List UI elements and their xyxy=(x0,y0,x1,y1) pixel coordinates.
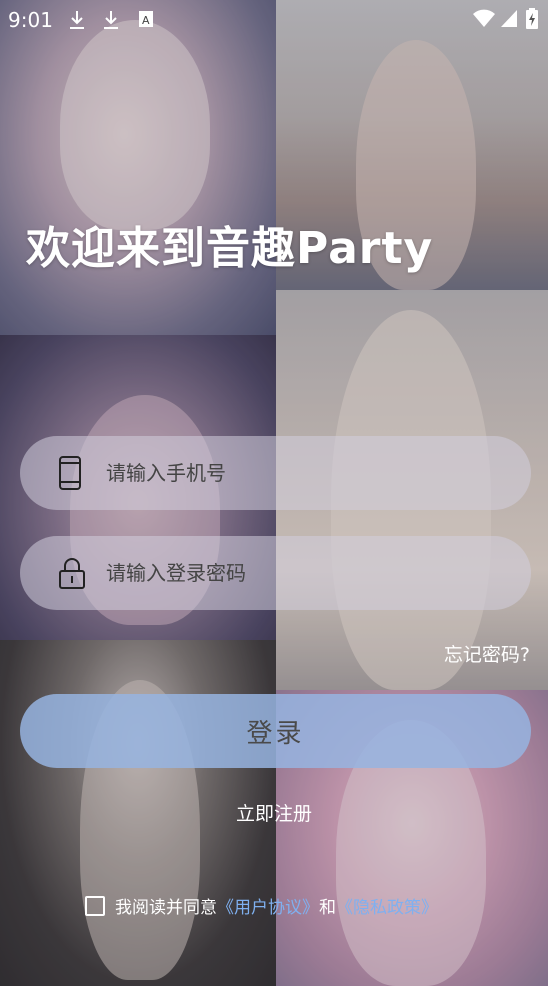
download-icon xyxy=(68,10,86,35)
svg-text:A: A xyxy=(142,14,150,27)
agreement-and: 和 xyxy=(319,898,336,918)
phone-field[interactable] xyxy=(20,436,531,510)
a-box-icon: A xyxy=(138,10,154,33)
forgot-password-link[interactable]: 忘记密码? xyxy=(444,640,530,667)
download-icon xyxy=(102,10,120,35)
privacy-policy-link[interactable]: 《隐私政策》 xyxy=(336,893,438,918)
wifi-icon xyxy=(472,8,496,33)
agreement-checkbox[interactable] xyxy=(85,895,105,916)
signal-icon xyxy=(500,8,518,33)
phone-icon xyxy=(58,456,86,490)
password-field[interactable] xyxy=(20,536,531,610)
battery-icon xyxy=(526,8,538,35)
status-time: 9:01 xyxy=(8,8,53,32)
user-agreement-link[interactable]: 《用户协议》 xyxy=(217,893,319,918)
register-link: 立即注册 xyxy=(0,799,548,826)
register-link-text[interactable]: 立即注册 xyxy=(236,803,312,825)
login-button[interactable]: 登录 xyxy=(20,694,531,768)
phone-input[interactable] xyxy=(104,460,488,486)
password-input[interactable] xyxy=(104,560,488,586)
agreement-row: 我阅读并同意 《用户协议》 和 《隐私政策》 xyxy=(85,893,438,918)
status-bar: 9:01 A xyxy=(0,0,548,40)
welcome-title: 欢迎来到音趣Party xyxy=(26,223,434,274)
agreement-prefix: 我阅读并同意 xyxy=(115,898,217,918)
lock-icon xyxy=(58,556,86,590)
